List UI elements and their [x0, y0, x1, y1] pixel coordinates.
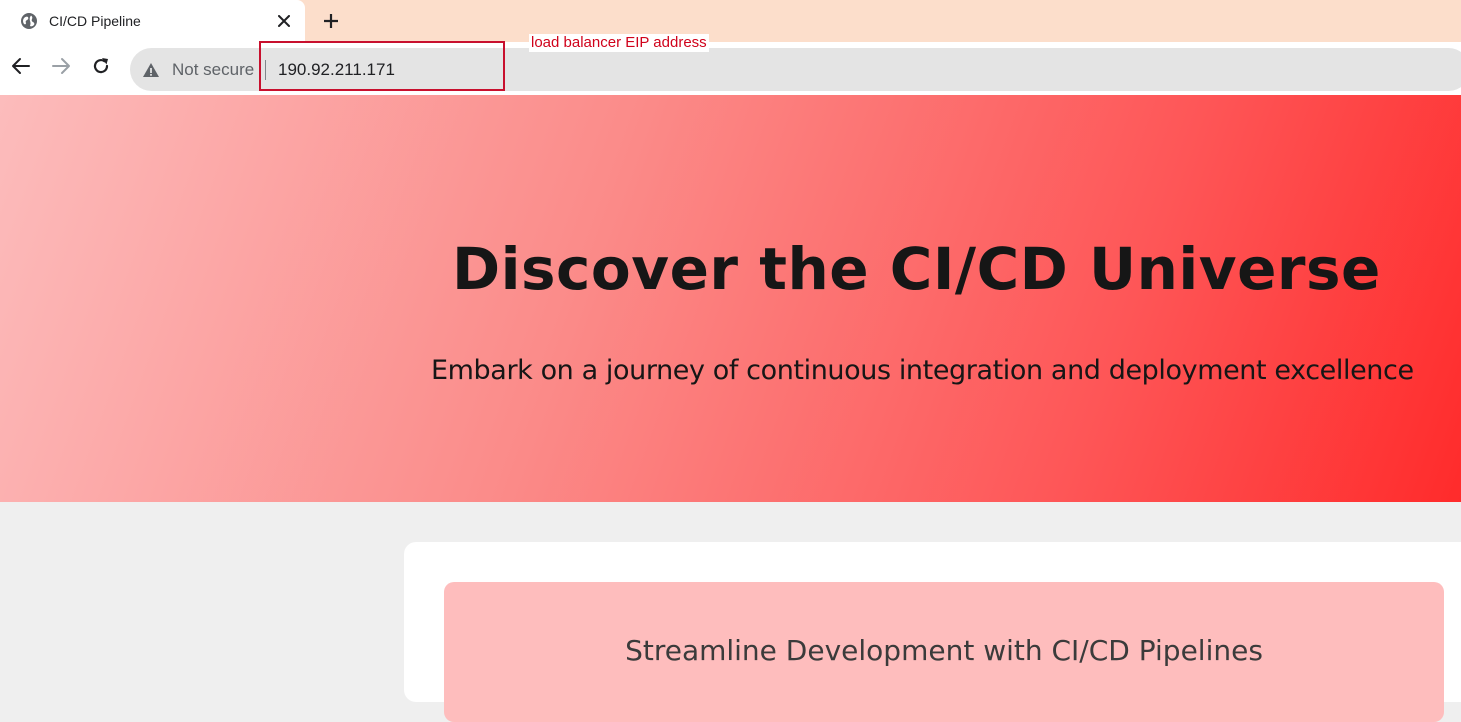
content-card: Streamline Development with CI/CD Pipeli… [404, 542, 1461, 722]
tab-strip: CI/CD Pipeline [0, 0, 1461, 42]
annotation-label: load balancer EIP address [529, 34, 709, 52]
browser-tab[interactable]: CI/CD Pipeline [0, 0, 305, 42]
back-arrow-icon[interactable] [9, 54, 33, 78]
url-text[interactable]: 190.92.211.171 [278, 60, 395, 80]
forward-arrow-icon[interactable] [49, 54, 73, 78]
reload-icon[interactable] [89, 54, 113, 78]
tab-title: CI/CD Pipeline [49, 13, 141, 29]
globe-icon [20, 12, 38, 30]
omnibox-divider [265, 60, 266, 80]
warning-triangle-icon[interactable] [142, 61, 160, 79]
security-status-text[interactable]: Not secure [172, 60, 254, 80]
browser-toolbar: Not secure 190.92.211.171 [0, 42, 1461, 95]
hero-title: Discover the CI/CD Universe [452, 235, 1381, 303]
hero-subtitle: Embark on a journey of continuous integr… [431, 355, 1414, 386]
feature-card: Streamline Development with CI/CD Pipeli… [444, 582, 1444, 722]
new-tab-icon[interactable] [319, 9, 343, 33]
address-bar[interactable]: Not secure 190.92.211.171 [130, 48, 1461, 91]
hero-banner: Discover the CI/CD Universe Embark on a … [0, 95, 1461, 502]
feature-heading: Streamline Development with CI/CD Pipeli… [625, 634, 1263, 667]
close-tab-icon[interactable] [274, 11, 294, 31]
